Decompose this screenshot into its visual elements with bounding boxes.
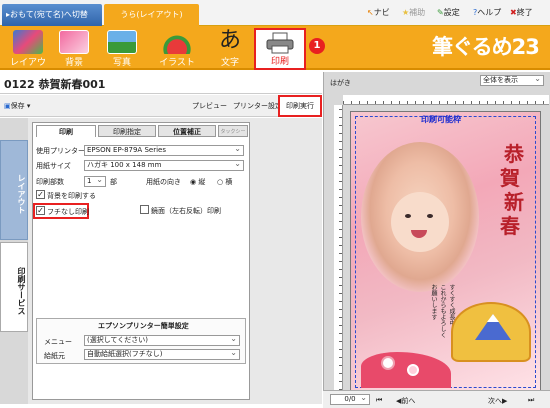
menu-help[interactable]: ?ヘルプ xyxy=(473,7,501,18)
paper-size-select[interactable]: ハガキ 100 x 148 mm xyxy=(84,160,244,171)
greeting-text: 恭 賀 新 春 xyxy=(500,142,524,238)
ribbon-background-button[interactable]: 背景 xyxy=(52,30,96,68)
borderless-label: フチなし印刷 xyxy=(47,208,89,216)
ribbon-text-button[interactable]: あ 文字 xyxy=(208,28,252,69)
vertical-ruler xyxy=(334,105,343,390)
menu-settings[interactable]: ✎設定 xyxy=(437,7,460,18)
epson-feed-select[interactable]: 自動給紙選択(フチなし) xyxy=(84,349,240,360)
illustration-icon xyxy=(162,30,192,54)
printer-settings-button[interactable]: プリンター設定 xyxy=(233,101,282,111)
baby-photo xyxy=(361,142,479,292)
layout-icon xyxy=(13,30,43,54)
tab-tack-seal[interactable]: タックシール設定 xyxy=(218,125,248,137)
save-icon: ▣ xyxy=(4,102,11,110)
tab-print-spec[interactable]: 印刷指定 xyxy=(98,125,156,137)
prev-page-button[interactable]: ◀前へ xyxy=(396,396,415,406)
printer-select[interactable]: EPSON EP-879A Series xyxy=(84,145,244,156)
document-title: 0122 恭賀新春001 xyxy=(4,78,106,91)
tab-print[interactable]: 印刷 xyxy=(36,125,96,137)
horizontal-ruler xyxy=(343,95,549,105)
copies-stepper[interactable]: 1 xyxy=(84,176,106,187)
epson-menu-label: メニュー xyxy=(44,338,72,346)
ribbon-print-button[interactable]: 印刷 xyxy=(254,28,306,70)
sidebar-tab-print-service[interactable]: 印刷サービス xyxy=(0,242,28,332)
printer-label: 使用プリンター xyxy=(36,147,85,155)
photo-icon xyxy=(107,30,137,54)
menu-exit[interactable]: ✖終了 xyxy=(510,7,533,18)
epson-box-title: エプソンプリンター簡単設定 xyxy=(98,322,189,330)
orientation-yoko-radio[interactable]: ○ 横 xyxy=(217,177,232,187)
settings-icon: ✎ xyxy=(437,8,444,17)
app-logo: 筆ぐるめ23 xyxy=(432,35,540,59)
orientation-label: 用紙の向き xyxy=(146,178,181,186)
save-button[interactable]: ▣保存 ▾ xyxy=(4,101,30,111)
epson-feed-label: 給紙元 xyxy=(44,352,65,360)
ribbon-photo-button[interactable]: 写真 xyxy=(100,30,144,68)
background-icon xyxy=(59,30,89,54)
sidebar-tab-layout[interactable]: レイアウト xyxy=(0,140,28,240)
copies-unit: 部 xyxy=(110,178,117,186)
print-execute-button[interactable]: 印刷実行 xyxy=(278,95,322,117)
copies-label: 印刷部数 xyxy=(36,178,64,186)
close-icon: ✖ xyxy=(510,8,517,17)
menu-navi[interactable]: ↖ナビ xyxy=(367,7,390,18)
ribbon-layout-button[interactable]: レイアウト xyxy=(6,30,50,81)
borderless-checkbox[interactable]: ✓ xyxy=(36,206,45,215)
paper-type-label: はがき xyxy=(330,79,351,87)
view-mode-select[interactable]: 全体を表示 xyxy=(480,75,544,86)
printer-icon xyxy=(266,32,294,54)
first-page-button[interactable]: ⏮ xyxy=(376,396,382,405)
paper-size-label: 用紙サイズ xyxy=(36,162,71,170)
mirror-print-label: 鏡面（左右反転）印刷 xyxy=(151,207,221,215)
callout-1-badge: 1 xyxy=(309,38,325,54)
postcard-preview: 印刷可能枠 恭 賀 新 春 すくすく成長中 これからもよろしく お願いします xyxy=(350,111,541,393)
mirror-print-checkbox[interactable] xyxy=(140,205,149,214)
tab-back-layout[interactable]: うら(レイアウト) xyxy=(104,4,199,26)
menu-hojo[interactable]: ★補助 xyxy=(402,7,425,18)
next-page-button[interactable]: 次へ▶ xyxy=(488,396,507,406)
print-background-label: 背景を印刷する xyxy=(47,192,96,200)
page-counter: 0/0 xyxy=(330,394,370,405)
epson-menu-select[interactable]: (選択してください) xyxy=(84,335,240,346)
tab-front-address[interactable]: ▸おもて(宛て名)へ切替 xyxy=(2,4,102,26)
text-icon: あ xyxy=(218,28,241,53)
fan-decoration xyxy=(451,302,531,362)
tab-position-adjust[interactable]: 位置補正 xyxy=(158,125,216,137)
preview-button[interactable]: プレビュー xyxy=(192,101,227,111)
navi-icon: ↖ xyxy=(367,8,374,17)
last-page-button[interactable]: ⏭ xyxy=(528,396,534,405)
orientation-tate-radio[interactable]: ◉ 縦 xyxy=(190,177,205,187)
ribbon-illustration-button[interactable]: イラスト xyxy=(155,30,199,68)
print-background-checkbox[interactable]: ✓ xyxy=(36,190,45,199)
printable-area-label: 印刷可能枠 xyxy=(421,115,461,124)
